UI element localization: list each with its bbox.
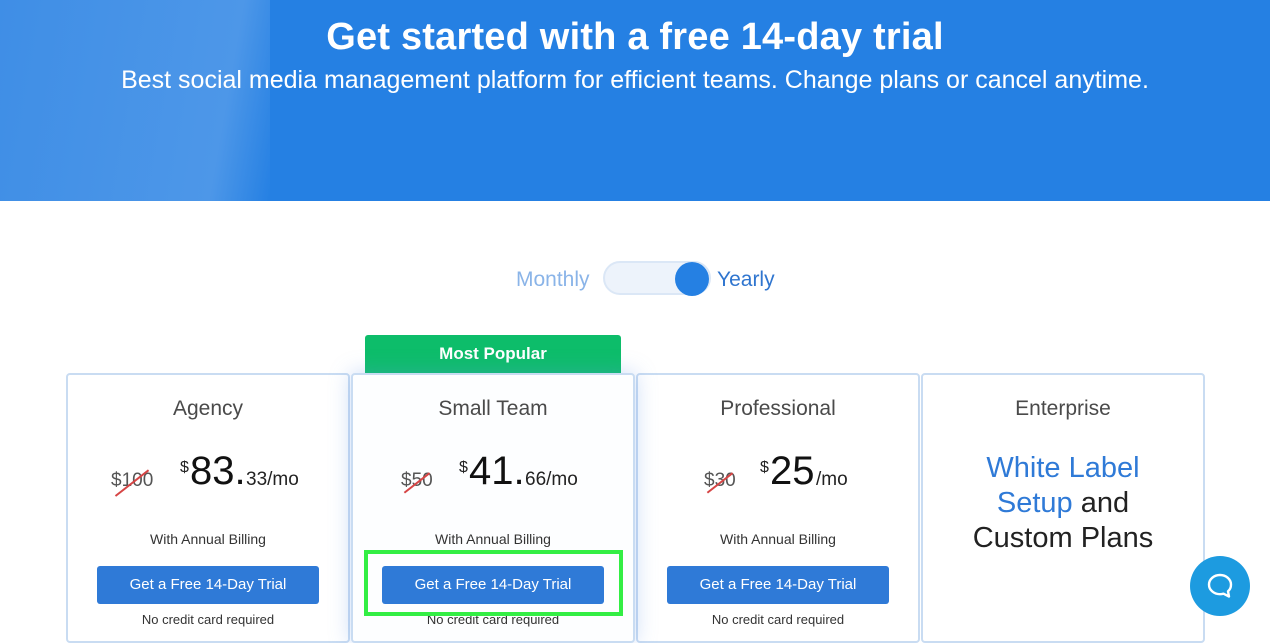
price-whole: 41. <box>469 449 525 493</box>
no-credit-card-note: No credit card required <box>711 612 845 627</box>
price-row: $30 $ 25 /mo <box>638 449 918 503</box>
hero-subtitle: Best social media management platform fo… <box>121 66 1149 94</box>
price-cents: /mo <box>816 469 848 490</box>
enterprise-description: White Label Setup and Custom Plans <box>923 451 1203 556</box>
no-credit-card-note: No credit card required <box>426 612 560 627</box>
price-row: $100 $ 83. 33/mo <box>68 449 348 503</box>
chat-bubble-icon <box>1207 573 1233 598</box>
old-price: $50 <box>401 470 433 491</box>
free-trial-button[interactable]: Get a Free 14-Day Trial <box>382 566 604 604</box>
currency-symbol: $ <box>760 459 769 476</box>
price-cents: 33/mo <box>246 469 299 490</box>
billing-note: With Annual Billing <box>150 531 266 547</box>
plan-name: Agency <box>172 397 244 420</box>
monthly-label[interactable]: Monthly <box>516 268 590 292</box>
plan-card-professional: Professional $30 $ 25 /mo With Annual Bi… <box>636 373 920 643</box>
yearly-label[interactable]: Yearly <box>717 268 775 292</box>
free-trial-button[interactable]: Get a Free 14-Day Trial <box>97 566 319 604</box>
old-price: $30 <box>704 470 736 491</box>
plan-card-enterprise: Enterprise White Label Setup and Custom … <box>921 373 1205 643</box>
hero-title: Get started with a free 14-day trial <box>326 16 944 58</box>
most-popular-badge: Most Popular <box>365 335 621 373</box>
setup-link[interactable]: Setup <box>997 487 1073 519</box>
hero-banner: Get started with a free 14-day trial Bes… <box>0 0 1270 201</box>
chat-button[interactable] <box>1190 556 1250 616</box>
billing-note: With Annual Billing <box>435 531 551 547</box>
price-whole: 83. <box>190 449 246 493</box>
enterprise-text-and: and <box>1072 487 1130 519</box>
currency-symbol: $ <box>180 459 189 476</box>
plan-name: Small Team <box>438 397 548 420</box>
currency-symbol: $ <box>459 459 468 476</box>
plan-name: Professional <box>720 397 836 420</box>
billing-note: With Annual Billing <box>720 531 836 547</box>
billing-toggle-group: Monthly Yearly <box>0 260 1270 300</box>
old-price: $100 <box>111 470 154 491</box>
billing-period-toggle[interactable] <box>603 261 711 296</box>
free-trial-button[interactable]: Get a Free 14-Day Trial <box>667 566 889 604</box>
custom-plans-text: Custom Plans <box>972 522 1154 554</box>
toggle-knob <box>675 262 709 296</box>
price-cents: 66/mo <box>525 469 578 490</box>
plan-card-small-team: Small Team $50 $ 41. 66/mo With Annual B… <box>351 373 635 643</box>
plan-name: Enterprise <box>1015 397 1111 420</box>
plan-card-agency: Agency $100 $ 83. 33/mo With Annual Bill… <box>66 373 350 643</box>
price-whole: 25 <box>770 449 815 493</box>
white-label-link[interactable]: White Label <box>986 452 1139 484</box>
no-credit-card-note: No credit card required <box>141 612 275 627</box>
price-row: $50 $ 41. 66/mo <box>353 449 633 503</box>
